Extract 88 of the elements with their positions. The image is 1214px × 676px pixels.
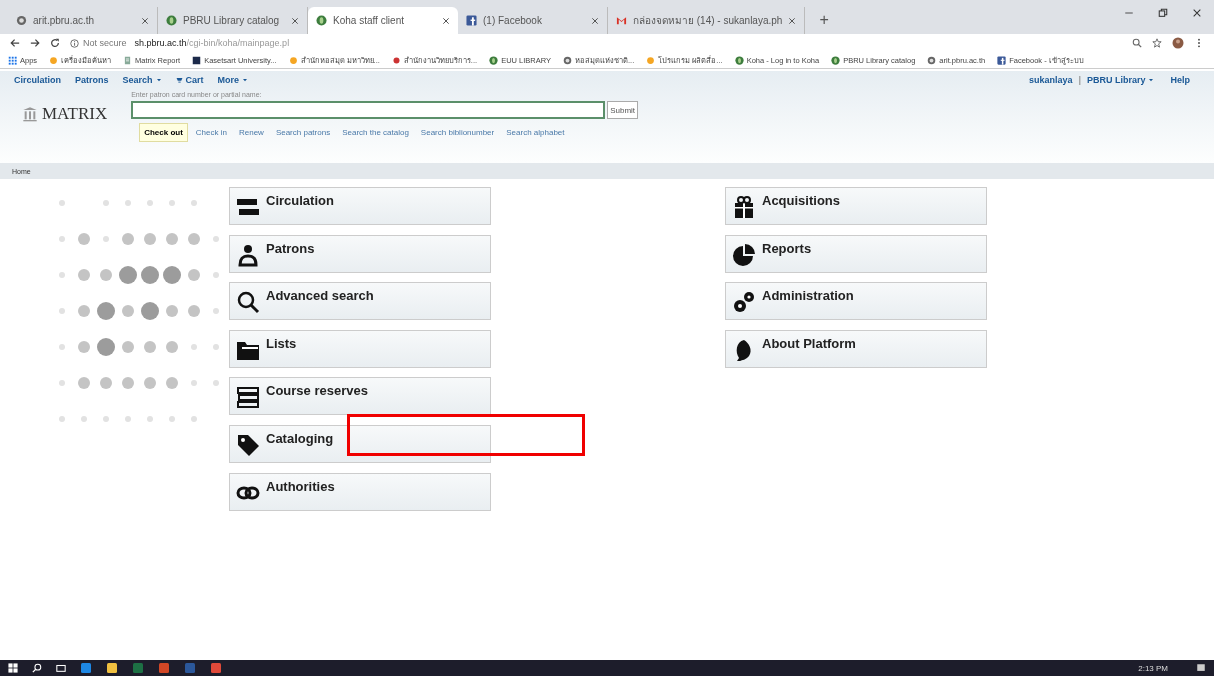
notification-icon[interactable] [1196, 663, 1206, 673]
module-button[interactable]: Course reserves [229, 377, 491, 416]
apps-grid-icon [8, 55, 17, 65]
document-icon [123, 55, 133, 65]
gears-icon [732, 290, 756, 315]
info-icon [70, 38, 79, 48]
nav-link[interactable]: Cart [175, 75, 204, 85]
leaf-circle-icon [734, 55, 744, 65]
bookmark-icon [646, 55, 656, 65]
nav-link[interactable]: More [217, 75, 249, 85]
leaf-circle-icon [831, 55, 841, 65]
columns-icon [22, 106, 38, 122]
close-icon [788, 16, 797, 25]
gift-icon [732, 195, 756, 219]
folder-icon[interactable] [106, 662, 118, 674]
reload-icon[interactable] [50, 38, 60, 48]
globe-icon [16, 15, 27, 26]
submit-button[interactable]: Submit [607, 101, 639, 119]
person-icon [236, 242, 260, 267]
bookmark-icon [192, 55, 202, 65]
search-tab[interactable]: Search biblionumber [416, 123, 499, 142]
browser-tab[interactable]: (1) Facebook [458, 7, 608, 34]
avatar-icon[interactable] [1172, 37, 1184, 49]
close-icon [291, 16, 299, 25]
leaf-circle-icon [166, 15, 177, 26]
tag-icon [236, 432, 260, 457]
bookmark-icon [49, 55, 59, 65]
nav-link[interactable]: Patrons [75, 75, 109, 85]
search-icon[interactable] [32, 663, 42, 673]
browser-icon[interactable] [210, 662, 222, 674]
close-icon [141, 16, 149, 25]
close-icon [591, 16, 599, 25]
module-button[interactable]: Advanced search [229, 282, 491, 321]
browser-icon[interactable] [80, 662, 92, 674]
nav-link[interactable]: Circulation [14, 75, 61, 85]
forward-icon[interactable] [30, 38, 40, 48]
module-button[interactable]: Patrons [229, 234, 491, 273]
search-tab[interactable]: Renew [234, 123, 268, 142]
clock: 2:13 PM [1138, 663, 1168, 673]
search-tab[interactable]: Search the catalog [338, 123, 413, 142]
close-icon [442, 16, 450, 25]
pie-chart-icon [732, 242, 756, 267]
browser-tab[interactable]: arit.pbru.ac.th [8, 7, 158, 34]
facebook-icon [997, 55, 1007, 65]
slides-icon[interactable] [158, 662, 170, 674]
spreadsheet-icon[interactable] [132, 662, 144, 674]
search-tab[interactable]: Check out [139, 123, 188, 142]
module-button[interactable]: Reports [725, 234, 987, 273]
cart-icon [175, 76, 183, 84]
mail-icon [616, 15, 627, 26]
nav-link[interactable]: Search [122, 75, 162, 85]
task-view-icon[interactable] [56, 663, 66, 673]
close-icon[interactable] [1192, 7, 1202, 18]
address-field[interactable]: sh.pbru.ac.th/cgi-bin/koha/mainpage.pl [134, 38, 290, 48]
bookmark-icon [391, 55, 401, 65]
new-tab-button[interactable]: + [813, 10, 835, 34]
star-icon[interactable] [1152, 38, 1162, 48]
patron-search-field[interactable] [131, 101, 606, 119]
module-button[interactable]: Administration [725, 282, 987, 321]
module-button[interactable]: Circulation [229, 187, 491, 225]
search-icon [236, 290, 260, 315]
library-menu[interactable]: PBRU Library [1086, 75, 1155, 85]
books-icon [236, 385, 260, 410]
user-link[interactable]: sukanlaya [1028, 75, 1073, 85]
module-button[interactable]: Cataloging [229, 424, 491, 463]
search-tab[interactable]: Search patrons [271, 123, 335, 142]
bookmark-icon [288, 55, 298, 65]
restore-icon[interactable] [1158, 7, 1168, 18]
back-icon[interactable] [10, 38, 20, 48]
globe-icon [927, 55, 937, 65]
separator: | [1078, 75, 1081, 85]
module-button[interactable]: Acquisitions [725, 187, 987, 225]
search-tab[interactable]: Search alphabet [502, 123, 569, 142]
logo-text: MATRIX [42, 104, 108, 124]
browser-tab[interactable]: กล่องจดหมาย (14) - sukanlaya.ph [608, 7, 806, 34]
security-label: Not secure [83, 38, 127, 48]
browser-tab[interactable]: Koha staff client [308, 7, 458, 34]
globe-icon [563, 55, 572, 65]
module-button[interactable]: Authorities [229, 472, 491, 511]
help-link[interactable]: Help [1170, 75, 1190, 85]
module-button[interactable]: About Platform [725, 329, 987, 368]
search-tab[interactable]: Check in [191, 123, 231, 142]
leaf-circle-icon [489, 55, 499, 65]
module-button[interactable]: Lists [229, 329, 491, 368]
facebook-icon [466, 15, 477, 26]
zoom-icon[interactable] [1132, 38, 1142, 48]
leaf-circle-icon [316, 15, 327, 26]
start-icon[interactable] [8, 663, 18, 673]
